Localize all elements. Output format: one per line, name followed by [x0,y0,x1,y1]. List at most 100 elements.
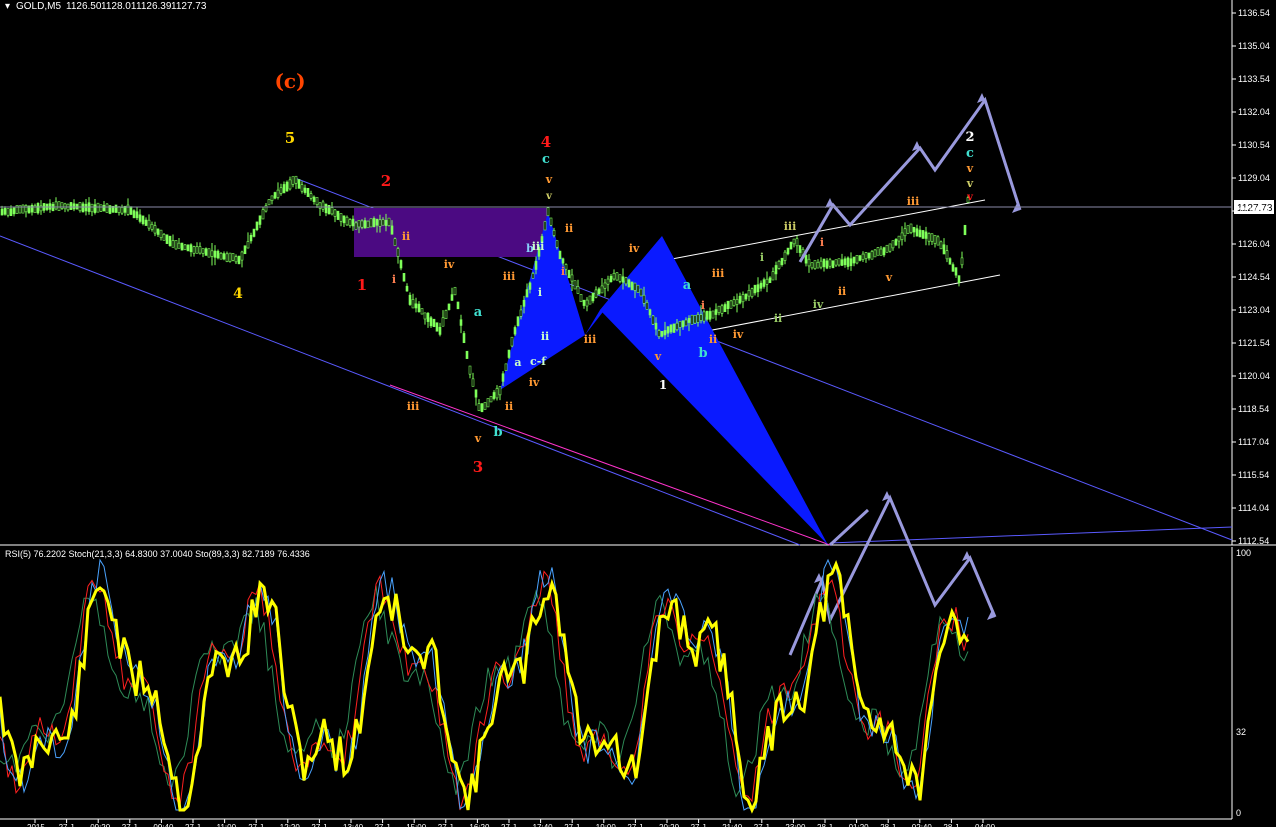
candle-body [780,257,784,265]
candle-body [546,207,550,217]
candle-body [237,255,241,265]
candle-body [900,232,904,240]
candle-body [879,248,883,256]
candle-body [798,245,802,253]
candle-body [588,295,592,305]
price-tick-label: 1112.54 [1238,536,1269,546]
candle-body [852,256,856,264]
chart-window[interactable]: (c)5421iiiiviii3v baiiiva c-fbiiiiiiiii4cv… [0,0,1276,827]
wave-label: 1 [659,378,667,392]
candle-body [648,309,652,316]
candle-body [363,220,367,229]
candle-body [933,234,937,244]
candle-body [831,260,835,269]
candle-body [651,315,655,325]
candle-body [36,202,40,214]
candle-body [870,251,874,260]
candle-body [921,230,925,239]
candle-body [261,209,265,220]
candle-body [909,223,913,233]
wave-label: 4 [233,286,243,302]
price-axis[interactable]: 1136.54 1135.04 1133.54 1132.04 1130.54 1129.… [1232,8,1270,546]
candle-body [519,309,523,317]
candle-body [816,261,820,269]
candle-body [597,288,601,295]
candle-body [480,403,484,413]
candle-body [93,204,97,213]
candle-body [705,310,709,320]
candle-body [450,294,454,301]
symbol-arrow-icon: ▾ [5,1,10,12]
time-tick-label: 17:40 [533,823,554,827]
candle-body [9,208,13,217]
candle-body [408,294,412,305]
candle-body [846,257,850,267]
wave-label: iv [733,328,744,341]
wave-label: ii [505,400,513,413]
candle-body [192,246,196,254]
time-axis[interactable]: 2015 27 J 09:20 27 J 09:40 27 J 11:00 27 J 12:20… [27,819,996,827]
candle-body [633,282,637,291]
candle-body [765,278,769,285]
wave-label: a [514,356,521,369]
candle-body [555,240,559,248]
indicator-panel[interactable] [0,547,1232,819]
candle-body [711,310,715,319]
candle-body [429,317,433,327]
wave-label: i [701,299,705,312]
candle-body [567,269,571,279]
candle-body [21,204,25,214]
candle-body [663,330,667,336]
time-tick-label: 13:40 [343,823,364,827]
candle-body [222,253,226,260]
candle-body [813,260,817,269]
wave-label: i [820,236,824,249]
candle-body [255,221,259,230]
candle-body [6,208,10,216]
supply-zone-box[interactable] [354,208,548,257]
time-tick-label: 20:20 [659,823,680,827]
time-tick-label: 09:20 [90,823,111,827]
candle-body [501,373,505,382]
candle-body [357,220,361,228]
candle-body [654,322,658,330]
candle-body [144,219,148,226]
candle-body [660,331,664,337]
candle-body [240,251,244,261]
time-tick-label: 19:00 [596,823,617,827]
candle-body [132,210,136,219]
candle-body [366,220,370,229]
candle-body [690,314,694,325]
candle-body [351,218,355,227]
wave-label: b [698,346,707,361]
candle-body [783,251,787,261]
candle-body [279,187,283,194]
candle-body [753,284,757,294]
candle-body [795,238,799,247]
candle-body [462,333,466,344]
price-tick-label: 1114.04 [1238,503,1269,513]
symbol-label: GOLD,M5 [16,1,61,12]
candle-body [726,300,730,310]
candle-body [417,303,421,313]
candle-body [423,312,427,320]
indicator-tick-label: 0 [1236,808,1241,818]
candle-body [303,187,307,193]
candle-body [342,215,346,224]
price-tick-label: 1115.54 [1238,470,1269,480]
candle-body [156,228,160,235]
wave-label: v [545,173,553,186]
candle-body [495,388,499,399]
candle-body [627,279,631,288]
candle-body [576,286,580,294]
candle-body [774,265,778,275]
candle-body [804,254,808,264]
candle-body [681,320,685,328]
candle-body [489,396,493,403]
time-tick-label: 23:00 [785,823,806,827]
candle-body [477,403,481,411]
candle-body [180,242,184,251]
candle-body [54,201,58,210]
candle-body [438,326,442,335]
time-tick-label: 2015 [27,823,45,827]
